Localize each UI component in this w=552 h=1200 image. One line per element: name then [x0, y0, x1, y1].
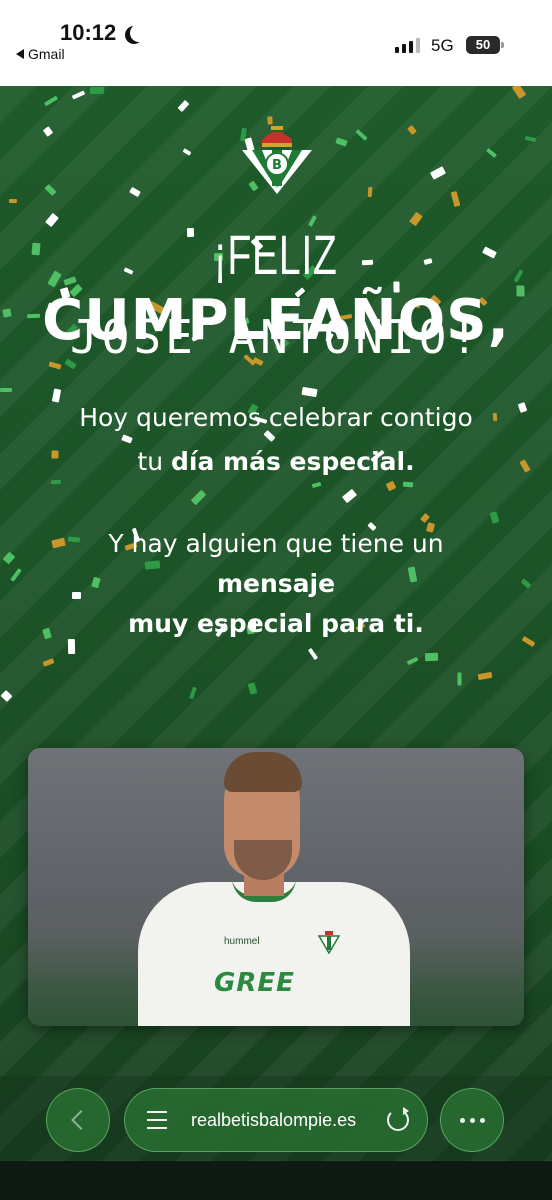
confetti-piece	[42, 658, 55, 667]
back-to-app-link[interactable]: Gmail	[16, 46, 65, 62]
network-label: 5G	[431, 36, 454, 55]
message-line-2: tu día más especial.	[0, 442, 552, 482]
svg-text:B: B	[272, 158, 282, 173]
message-line-5: muy especial para ti.	[128, 609, 424, 638]
betis-crest-icon: B	[242, 126, 312, 194]
message-line-4: mensaje	[216, 569, 336, 598]
confetti-piece	[341, 488, 358, 504]
confetti-piece	[407, 125, 417, 135]
confetti-piece	[44, 183, 57, 197]
message-line-2-bold: día más especial.	[171, 447, 415, 476]
confetti-piece	[0, 388, 12, 392]
message-line-2-pre: tu	[137, 447, 164, 476]
confetti-piece	[489, 511, 500, 524]
confetti-piece	[367, 186, 373, 198]
browser-back-button[interactable]	[46, 1088, 110, 1152]
jersey-sponsor: GREE	[214, 968, 295, 998]
more-dots-icon	[459, 1117, 485, 1123]
tabs-icon[interactable]	[147, 1109, 167, 1131]
title-light: ¡FELIZ	[214, 223, 338, 286]
confetti-piece	[307, 647, 319, 661]
url-text: realbetisbalompie.es	[191, 1109, 357, 1130]
confetti-piece	[477, 671, 493, 681]
message-line-1: Hoy queremos celebrar contigo	[79, 403, 473, 432]
chevron-left-icon	[71, 1110, 91, 1130]
player-hair	[224, 752, 302, 792]
signal-icon	[395, 38, 420, 53]
moon-icon	[130, 24, 148, 42]
confetti-piece	[189, 686, 197, 700]
confetti-piece	[385, 480, 397, 492]
video-player[interactable]: hummel GREE	[28, 748, 524, 1026]
confetti-piece	[190, 489, 207, 506]
confetti-piece	[129, 186, 141, 198]
message-line-3: Y hay alguien que tiene un	[108, 529, 444, 558]
status-bar: 10:12 Gmail 5G 50	[0, 0, 552, 86]
player-jersey	[138, 882, 410, 1026]
confetti-piece	[8, 198, 18, 204]
address-bar[interactable]: realbetisbalompie.es	[124, 1088, 428, 1152]
confetti-piece	[42, 126, 54, 137]
confetti-piece	[267, 116, 273, 125]
confetti-piece	[406, 656, 419, 666]
confetti-piece	[429, 166, 447, 180]
confetti-piece	[177, 99, 190, 113]
jersey-crest-icon	[318, 931, 340, 954]
battery-level: 50	[475, 37, 491, 52]
confetti-piece	[457, 672, 462, 686]
confetti-piece	[511, 86, 527, 100]
title-name: JOSE ANTONIO!	[69, 310, 483, 364]
home-indicator-area	[0, 1161, 552, 1200]
birthday-hero: B ¡FELIZ CUMPLEAÑOS, JOSE ANTONIO! Hoy q…	[0, 86, 552, 1161]
back-app-label: Gmail	[28, 46, 65, 62]
jersey-brand: hummel	[224, 936, 260, 947]
confetti-piece	[402, 481, 414, 488]
confetti-piece	[424, 652, 439, 662]
confetti-piece	[335, 137, 348, 147]
confetti-piece	[311, 481, 322, 489]
battery-icon: 50	[466, 36, 504, 54]
status-time: 10:12	[60, 20, 117, 45]
confetti-piece	[355, 129, 368, 141]
confetti-piece	[71, 90, 86, 100]
confetti-piece	[89, 86, 105, 95]
more-options-button[interactable]	[440, 1088, 504, 1152]
confetti-piece	[182, 148, 192, 156]
confetti-piece	[0, 689, 13, 703]
reload-icon[interactable]	[387, 1107, 409, 1131]
confetti-piece	[450, 190, 461, 208]
confetti-piece	[247, 682, 258, 695]
confetti-piece	[486, 147, 497, 159]
confetti-piece	[43, 95, 59, 107]
confetti-piece	[301, 386, 318, 398]
back-arrow-icon	[16, 49, 24, 59]
confetti-piece	[524, 135, 537, 143]
